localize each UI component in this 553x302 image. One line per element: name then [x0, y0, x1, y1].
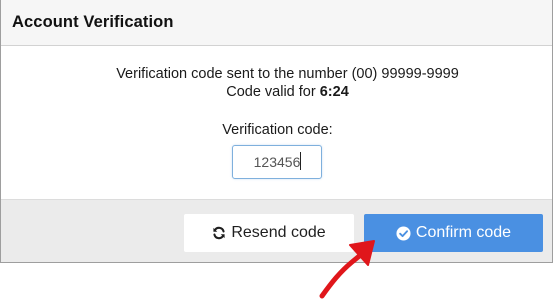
code-sent-line: Verification code sent to the number (00…	[1, 65, 553, 83]
verification-code-label: Verification code:	[222, 122, 333, 138]
verification-code-input[interactable]	[232, 145, 322, 179]
screen: Account Verification Verification code s…	[0, 0, 553, 302]
refresh-icon	[212, 226, 226, 240]
code-validity-line: Code valid for 6:24	[1, 83, 553, 101]
verification-dialog: Account Verification Verification code s…	[0, 0, 553, 263]
phone-number: (00) 99999-9999	[351, 66, 459, 82]
text-caret	[300, 152, 301, 170]
confirm-code-button[interactable]: Confirm code	[364, 214, 543, 252]
countdown-timer: 6:24	[319, 84, 349, 100]
red-arrow-annotation	[319, 240, 375, 299]
check-circle-icon	[396, 225, 411, 241]
code-validity-text: Code valid for	[226, 84, 316, 100]
dialog-footer: Resend code Confirm code	[1, 199, 552, 262]
confirm-code-label: Confirm code	[415, 224, 512, 241]
dialog-title: Account Verification	[12, 13, 174, 31]
verification-message: Verification code sent to the number (00…	[1, 65, 553, 101]
dialog-header: Account Verification	[1, 0, 552, 46]
code-sent-text: Verification code sent to the number	[116, 66, 348, 82]
